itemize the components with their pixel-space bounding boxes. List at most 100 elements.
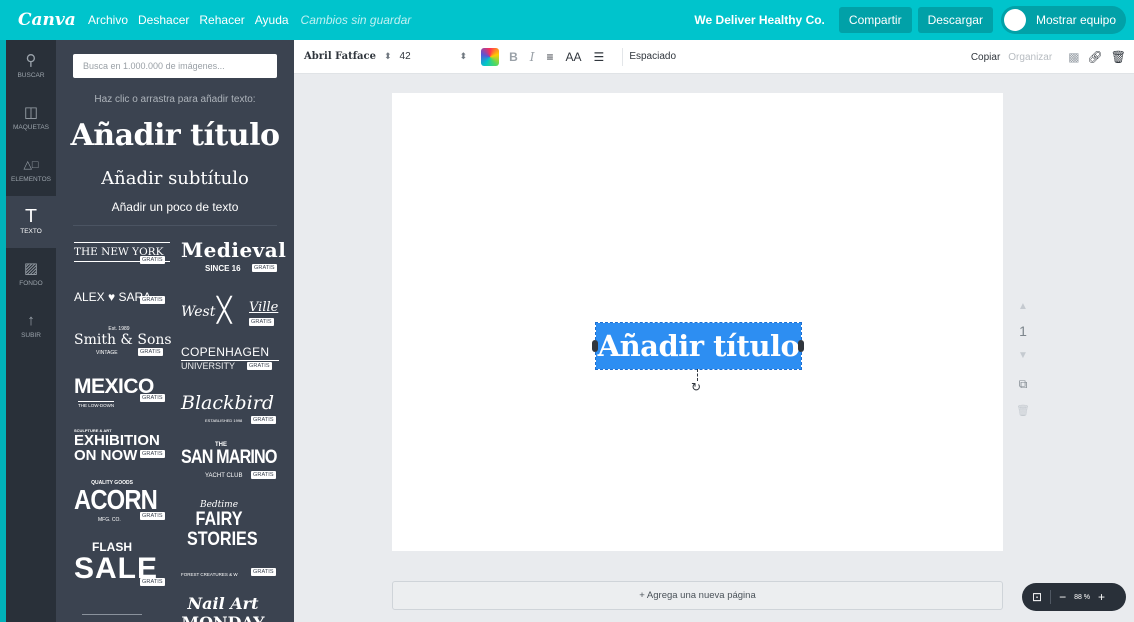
panel-divider [73, 225, 277, 226]
rail-item-background[interactable]: ▨ FONDO [6, 248, 56, 300]
rail-item-text[interactable]: T TEXTO [6, 196, 56, 248]
add-body-text-option[interactable]: Añadir un poco de texto [56, 200, 294, 214]
text-case-button[interactable]: AA [566, 50, 582, 64]
template-alex-sara[interactable]: ALEX ♥ SARA GRATIS [74, 290, 174, 310]
template-fairy-stories[interactable]: Bedtime FAIRY STORIES FOREST CREATURES &… [181, 500, 279, 580]
text-panel: Busca en 1.000.000 de imágenes... Haz cl… [56, 40, 294, 622]
menu-undo[interactable]: Deshacer [138, 13, 189, 27]
image-search-input[interactable]: Busca en 1.000.000 de imágenes... [73, 54, 277, 78]
template-new-york[interactable]: THE NEW YORK GRATIS [74, 242, 170, 274]
template-fairy-text: FAIRY [195, 509, 243, 530]
present-icon[interactable]: ⊡ [1032, 590, 1042, 604]
template-ornament[interactable] [74, 608, 154, 618]
text-color-swatch[interactable] [481, 47, 500, 66]
template-san-marino-sub: YACHT CLUB [205, 473, 243, 479]
zoom-in-button[interactable]: + [1098, 590, 1105, 604]
layouts-icon: ◫ [23, 104, 39, 121]
delete-page-icon[interactable]: 🗑︎ [1016, 404, 1030, 417]
template-flash-sale[interactable]: FLASH SALE GRATIS [74, 540, 174, 590]
font-size-value: 42 [399, 51, 411, 62]
upload-icon: ↑ [27, 312, 35, 329]
template-medieval-text: Medieval [181, 238, 287, 262]
selected-text-box[interactable]: Añadir título [595, 322, 802, 370]
template-mexico-sub: THE LOW-DOWN [78, 401, 115, 408]
spacing-button[interactable]: Espaciado [629, 51, 676, 62]
template-exhibition[interactable]: SCULPTURE & ART EXHIBITION ON NOW GRATIS [74, 428, 174, 468]
canva-logo[interactable]: Canva [18, 10, 80, 30]
team-name[interactable]: We Deliver Healthy Co. [694, 13, 825, 27]
template-nail-text2: MONDAY [181, 613, 265, 622]
template-blackbird-sub: ESTABLISHED 1998 [205, 418, 243, 423]
link-icon[interactable]: 🔗︎ [1088, 50, 1103, 64]
zoom-control: ⊡ − 88 % + [1022, 583, 1126, 611]
resize-handle-left[interactable] [592, 340, 598, 352]
template-west-ville[interactable]: West ╳ Ville GRATIS [181, 296, 279, 330]
add-subtitle-option[interactable]: Añadir subtítulo [56, 168, 294, 189]
menu-redo[interactable]: Rehacer [199, 13, 244, 27]
free-badge: GRATIS [252, 264, 277, 272]
template-medieval[interactable]: Medieval SINCE 16 GRATIS [181, 238, 287, 278]
rail-item-upload[interactable]: ↑ SUBIR [6, 300, 56, 352]
move-page-up-icon[interactable]: ▲ [1018, 301, 1028, 312]
ornament-line [82, 614, 142, 615]
add-title-option[interactable]: Añadir título [56, 118, 294, 153]
rail-item-layouts[interactable]: ◫ MAQUETAS [6, 92, 56, 144]
list-button[interactable]: ☰ [594, 50, 605, 64]
menu-file[interactable]: Archivo [88, 13, 128, 27]
design-page[interactable] [392, 93, 1003, 551]
zoom-divider [1050, 590, 1052, 604]
size-dropdown-chevron-icon[interactable]: ⬍ [460, 51, 468, 62]
italic-button[interactable]: I [530, 50, 535, 64]
page-controls: ▲ 1 ▼ ⧉ 🗑︎ [1013, 295, 1033, 423]
menu-help[interactable]: Ayuda [255, 13, 289, 27]
template-san-marino[interactable]: THE SAN MARINO YACHT CLUB GRATIS [181, 442, 279, 484]
rail-item-search[interactable]: ⚲ BUSCAR [6, 40, 56, 92]
free-badge: GRATIS [247, 362, 272, 370]
copy-button[interactable]: Copiar [971, 52, 1000, 63]
download-button[interactable]: Descargar [917, 7, 993, 33]
top-bar-actions: We Deliver Healthy Co. Compartir Descarg… [694, 0, 1126, 40]
duplicate-page-icon[interactable]: ⧉ [1019, 377, 1028, 392]
font-family-select[interactable]: Abril Fatface [304, 51, 384, 62]
template-smith-text: Smith & Sons [74, 332, 172, 348]
resize-handle-right[interactable] [798, 340, 804, 352]
template-copenhagen[interactable]: COPENHAGEN UNIVERSITY GRATIS [181, 345, 279, 375]
font-size-select[interactable]: 42 [400, 51, 460, 62]
zoom-out-button[interactable]: − [1059, 590, 1066, 604]
template-acorn-text: ACORN [74, 484, 158, 515]
rail-label-upload: SUBIR [21, 332, 41, 339]
rotate-icon[interactable]: ↻ [691, 380, 701, 394]
font-dropdown-chevron-icon[interactable]: ⬍ [384, 51, 392, 62]
trash-icon[interactable]: 🗑︎ [1111, 50, 1126, 64]
template-nail-art[interactable]: Nail Art MONDAY [181, 594, 279, 622]
template-smith-sub: VINTAGE [96, 350, 118, 356]
arrange-button[interactable]: Organizar [1008, 52, 1052, 63]
side-rail: ⚲ BUSCAR ◫ MAQUETAS △□ ELEMENTOS T TEXTO… [6, 40, 56, 622]
show-team-button[interactable]: Mostrar equipo [1000, 6, 1126, 34]
template-mexico[interactable]: MEXICO THE LOW-DOWN GRATIS [74, 375, 174, 415]
free-badge: GRATIS [140, 578, 165, 586]
template-san-marino-text: SAN MARINO [181, 447, 277, 468]
zoom-level: 88 % [1074, 593, 1091, 601]
transparency-icon[interactable]: ▩ [1068, 50, 1079, 64]
template-blackbird[interactable]: Blackbird ESTABLISHED 1998 GRATIS [181, 392, 279, 428]
rail-label-search: BUSCAR [17, 72, 45, 79]
template-blackbird-text: Blackbird [181, 392, 275, 414]
add-page-button[interactable]: + Agrega una nueva página [392, 581, 1003, 610]
text-icon: T [25, 206, 37, 227]
template-acorn[interactable]: QUALITY GOODS ACORN MFG. CO. GRATIS [74, 480, 174, 526]
share-button[interactable]: Compartir [838, 7, 912, 33]
free-badge: GRATIS [140, 394, 165, 402]
template-fairy-text2: STORIES [187, 529, 258, 550]
rail-item-elements[interactable]: △□ ELEMENTOS [6, 144, 56, 196]
bold-button[interactable]: B [509, 50, 518, 64]
align-button[interactable]: ≡ [547, 50, 554, 64]
rail-label-text: TEXTO [20, 228, 42, 235]
free-badge: GRATIS [140, 450, 165, 458]
free-badge: GRATIS [251, 416, 276, 424]
template-smith-sons[interactable]: Est. 1989 Smith & Sons VINTAGE GRATIS [74, 326, 174, 362]
panel-hint: Haz clic o arrastra para añadir texto: [94, 94, 256, 105]
top-bar: Canva Archivo Deshacer Rehacer Ayuda Cam… [0, 0, 1134, 40]
move-page-down-icon[interactable]: ▼ [1018, 350, 1028, 361]
template-fairy-sub: FOREST CREATURES & W [181, 572, 238, 577]
